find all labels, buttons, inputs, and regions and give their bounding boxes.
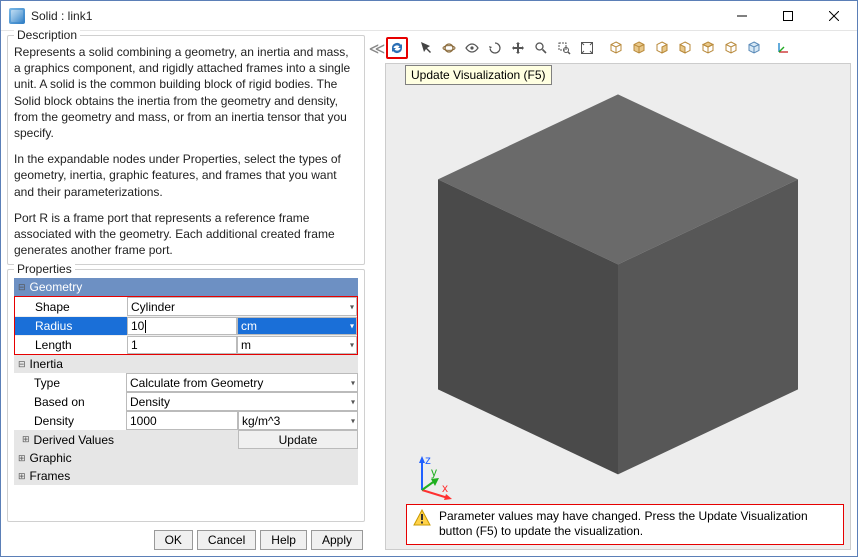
geometry-header[interactable]: Geometry [14, 278, 358, 296]
maximize-button[interactable] [765, 1, 811, 31]
rotate-tool-button[interactable] [484, 37, 506, 59]
inertia-block: Type Calculate from Geometry ▾ Based on D… [14, 373, 358, 449]
description-p3: Port R is a frame port that represents a… [14, 210, 358, 259]
radius-unit-dropdown[interactable]: cm ▾ [237, 317, 357, 335]
length-label: Length [15, 336, 127, 354]
geometry-block: Shape Cylinder ▾ Radius 10 cm ▾ Length 1 m… [14, 296, 358, 355]
axes-toggle-button[interactable] [772, 37, 794, 59]
zoom-region-button[interactable] [553, 37, 575, 59]
description-p2: In the expandable nodes under Properties… [14, 151, 358, 200]
titlebar: Solid : link1 [1, 1, 857, 31]
minimize-button[interactable] [719, 1, 765, 31]
properties-body: Geometry Shape Cylinder ▾ Radius 10 cm ▾ L… [14, 278, 358, 485]
length-input[interactable]: 1 [127, 336, 237, 354]
fit-view-button[interactable] [576, 37, 598, 59]
basedon-row: Based on Density ▾ [14, 392, 358, 411]
derived-row: Derived Values Update [14, 430, 358, 449]
orbit-tool-button[interactable] [438, 37, 460, 59]
density-row: Density 1000 kg/m^3 ▾ [14, 411, 358, 430]
radius-input[interactable]: 10 [127, 317, 237, 335]
properties-legend: Properties [14, 262, 75, 276]
zoom-tool-button[interactable] [530, 37, 552, 59]
shape-label: Shape [15, 297, 127, 316]
pan-tool-button[interactable] [507, 37, 529, 59]
axis-x-label: x [442, 481, 448, 495]
viewport-3d[interactable]: z x y Parameter values may have changed.… [385, 63, 851, 550]
update-button[interactable]: Update [238, 430, 358, 449]
description-legend: Description [14, 28, 80, 42]
close-button[interactable] [811, 1, 857, 31]
density-input[interactable]: 1000 [126, 411, 238, 430]
density-label: Density [14, 411, 126, 430]
graphic-header[interactable]: Graphic [14, 449, 358, 467]
density-unit: kg/m^3 [242, 414, 280, 428]
inertia-header[interactable]: Inertia [14, 355, 358, 373]
view-cube-3-button[interactable] [651, 37, 673, 59]
density-value: 1000 [130, 414, 157, 428]
view-cube-2-button[interactable] [628, 37, 650, 59]
description-text: Represents a solid combining a geometry,… [14, 44, 358, 258]
update-visualization-button[interactable] [386, 37, 408, 59]
basedon-value: Density [130, 395, 170, 409]
type-label: Type [14, 373, 126, 392]
view-cube-7-button[interactable] [743, 37, 765, 59]
view-cube-6-button[interactable] [720, 37, 742, 59]
chevron-down-icon: ▾ [351, 416, 355, 425]
view-cube-5-button[interactable] [697, 37, 719, 59]
type-row: Type Calculate from Geometry ▾ [14, 373, 358, 392]
tooltip: Update Visualization (F5) [405, 65, 552, 85]
select-tool-button[interactable] [415, 37, 437, 59]
view-cube-4-button[interactable] [674, 37, 696, 59]
app-icon [9, 8, 25, 24]
length-unit-dropdown[interactable]: m▾ [237, 336, 357, 354]
length-value: 1 [131, 338, 138, 352]
derived-label[interactable]: Derived Values [14, 430, 238, 449]
length-unit: m [241, 338, 251, 352]
basedon-label: Based on [14, 392, 126, 411]
axis-triad: z x y [414, 456, 454, 503]
axis-y-label: y [431, 465, 437, 479]
type-value: Calculate from Geometry [130, 376, 263, 390]
collapse-splitter[interactable]: ≪ [369, 31, 385, 556]
window-title: Solid : link1 [31, 9, 719, 23]
view-cube-1-button[interactable] [605, 37, 627, 59]
chevron-down-icon: ▾ [351, 397, 355, 406]
properties-group: Properties Geometry Shape Cylinder▾ Radi… [7, 269, 365, 522]
chevron-down-icon: ▾ [350, 302, 354, 311]
chevron-down-icon: ▾ [350, 322, 354, 331]
shape-row: Shape Cylinder ▾ [15, 297, 357, 316]
chevron-down-icon: ▾ [350, 341, 354, 350]
radius-row: Radius 10 cm ▾ [15, 316, 357, 335]
ok-button[interactable]: OK [154, 530, 193, 550]
dialog-buttons: OK Cancel Help Apply [7, 530, 365, 550]
density-unit-dropdown[interactable]: kg/m^3 ▾ [238, 411, 358, 430]
shape-value: Cylinder [131, 300, 175, 314]
warning-text: Parameter values may have changed. Press… [439, 509, 837, 540]
chevron-down-icon: ▾ [351, 378, 355, 387]
description-group: Description Represents a solid combining… [7, 35, 365, 265]
description-p1: Represents a solid combining a geometry,… [14, 44, 358, 141]
warning-banner: Parameter values may have changed. Press… [406, 504, 844, 545]
apply-button[interactable]: Apply [311, 530, 363, 550]
type-dropdown[interactable]: Calculate from Geometry ▾ [126, 373, 358, 392]
right-pane: Update Visualization (F5) z x y [385, 31, 857, 556]
radius-value: 10 [131, 319, 144, 333]
client-area: Description Represents a solid combining… [1, 31, 857, 556]
solid-preview [418, 74, 818, 497]
view-tool-button[interactable] [461, 37, 483, 59]
viewport-toolbar [385, 35, 851, 61]
radius-label: Radius [15, 317, 127, 335]
shape-dropdown[interactable]: Cylinder ▾ [127, 297, 357, 316]
radius-unit: cm [241, 319, 257, 333]
left-pane: Description Represents a solid combining… [1, 31, 369, 556]
frames-header[interactable]: Frames [14, 467, 358, 485]
help-button[interactable]: Help [260, 530, 307, 550]
cancel-button[interactable]: Cancel [197, 530, 256, 550]
warning-icon [413, 509, 431, 527]
basedon-dropdown[interactable]: Density ▾ [126, 392, 358, 411]
length-row: Length 1 m▾ [15, 335, 357, 354]
caret-icon [145, 320, 146, 333]
